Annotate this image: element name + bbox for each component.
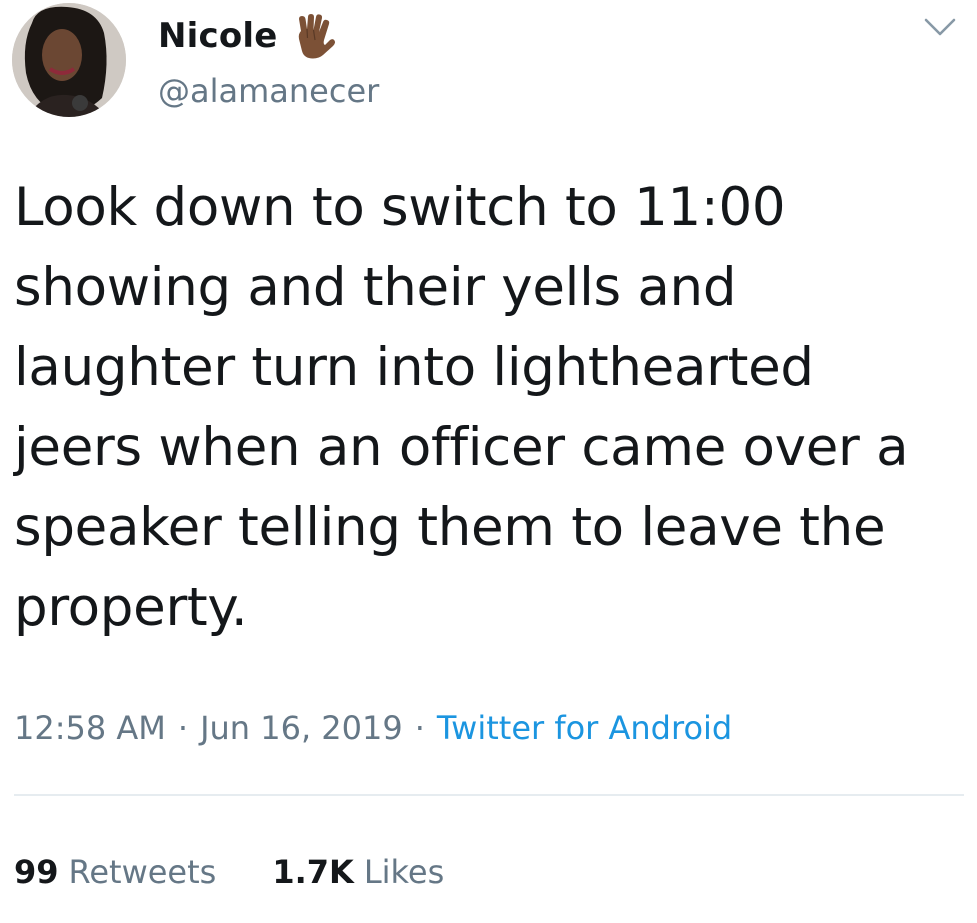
- likes-count: 1.7K: [272, 853, 354, 891]
- vulcan-salute-icon: [298, 14, 335, 59]
- meta-separator: ·: [414, 709, 425, 747]
- likes-stat[interactable]: 1.7K Likes: [272, 853, 444, 891]
- tweet-card: Nicole @alamanecer Look down to switch t…: [0, 0, 977, 923]
- tweet-time[interactable]: 12:58 AM: [14, 709, 166, 747]
- meta-separator: ·: [177, 709, 189, 747]
- retweets-stat[interactable]: 99 Retweets: [14, 853, 216, 891]
- retweets-label: Retweets: [68, 853, 217, 891]
- source-link[interactable]: Twitter for Android: [437, 709, 732, 747]
- retweets-count: 99: [14, 853, 59, 891]
- display-name[interactable]: Nicole: [158, 12, 278, 60]
- user-name-row: Nicole: [158, 12, 336, 60]
- tweet-stats: 99 Retweets 1.7K Likes: [14, 844, 444, 900]
- likes-label: Likes: [363, 853, 445, 891]
- user-handle[interactable]: @alamanecer: [158, 68, 379, 114]
- tweet-text: Look down to switch to 11:00 showing and…: [14, 177, 909, 638]
- tweet-date[interactable]: Jun 16, 2019: [200, 709, 403, 747]
- avatar[interactable]: [12, 3, 126, 117]
- chevron-down-icon[interactable]: [922, 14, 958, 40]
- divider: [14, 794, 964, 796]
- tweet-metadata: 12:58 AM · Jun 16, 2019 · Twitter for An…: [14, 702, 732, 754]
